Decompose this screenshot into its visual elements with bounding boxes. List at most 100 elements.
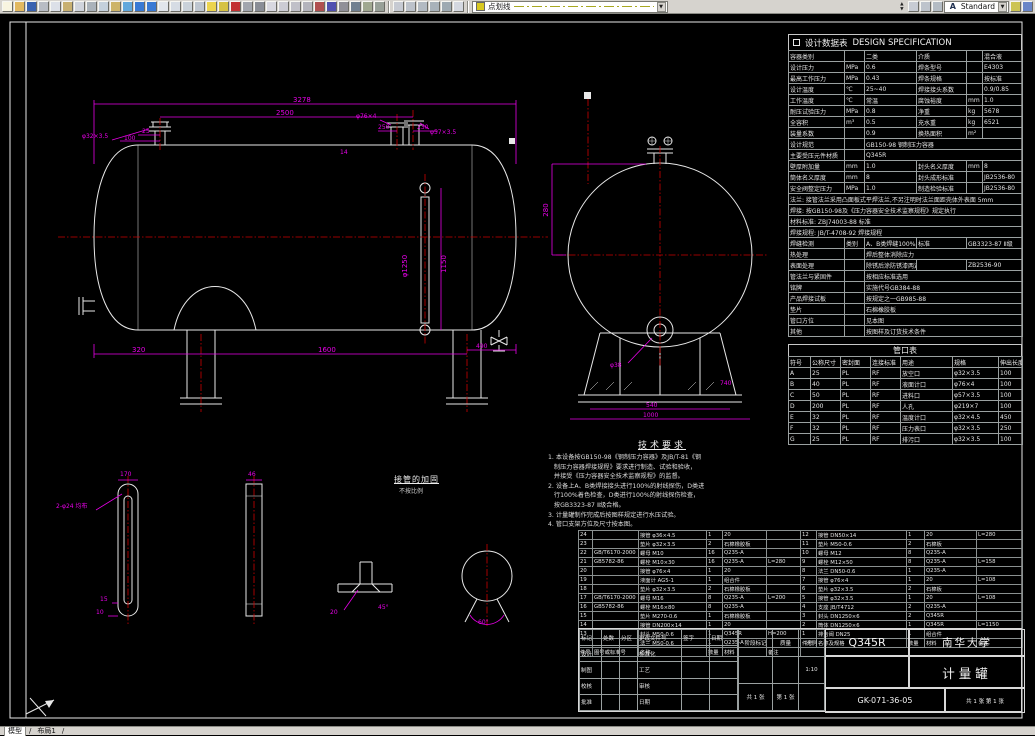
pan-icon[interactable] [158,1,169,12]
table-row: 其他 按图样及订货技术条件 [788,325,1023,337]
tab-layout1[interactable]: 布局1 [34,727,58,736]
label-nozzle-32: φ32×3.5 [82,133,108,140]
dim-10: 10 [96,609,104,616]
table-row: 焊接规程: JB/T-4708-92 焊接规程 [788,226,1023,238]
lineweight-icon[interactable] [254,1,265,12]
table-row: 铭牌 实施代号GB384-88 [788,281,1023,293]
zoom-realtime-icon[interactable] [170,1,181,12]
text-line: 3. 计量罐制作完成后按图样规定进行水压试验。 [548,511,680,519]
linetype-combo[interactable]: 点划线 ▼ [472,0,668,13]
list-icon[interactable] [338,1,349,12]
table-row: A 25 PL RF 放空口 φ32×3.5 100 [788,367,1023,379]
table-row: 热处理 焊后整体消除应力 [788,248,1023,260]
detail-caption: 接管的加固 [394,475,439,484]
dim-aligned-icon[interactable] [405,1,416,12]
down-arrow-icon[interactable]: ▼ [897,7,907,12]
style-manager-icon[interactable] [1010,1,1021,12]
cut-icon[interactable] [86,1,97,12]
toolbar-scroll-spinner[interactable]: ▲ ▼ [897,2,907,12]
mtext-icon[interactable] [453,1,464,12]
color-control-icon[interactable] [230,1,241,12]
table-row: 12 接管 DN50×14 1 20 L=280 [800,530,1023,540]
label-nozzle-76: φ76×4 [356,113,377,120]
area-icon[interactable] [326,1,337,12]
copy-icon[interactable] [98,1,109,12]
layer-properties-icon[interactable] [206,1,217,12]
id-point-icon[interactable] [350,1,361,12]
table-row: 符号 公称尺寸 密封面 连接标准 用途 规格 伸出长度 [788,356,1023,368]
publish-icon[interactable] [62,1,73,12]
material-spec: Q345R [825,629,909,656]
dim-1250: φ1250 [401,255,409,277]
dim-style-icon[interactable] [278,1,289,12]
table-row: G 25 PL RF 排污口 φ32×3.5 100 [788,433,1023,445]
chevron-down-icon[interactable]: ▼ [656,1,666,12]
ortho-icon[interactable] [919,1,931,12]
toolbar: 点划线 ▼ ▲ ▼ A Standard ▼ [0,0,1035,14]
units-icon[interactable] [302,1,313,12]
table-row: 校核 审核 [579,677,738,695]
dim-angular-icon[interactable] [429,1,440,12]
side-view-centerlines [556,99,768,366]
table-row: 7 接管 φ76×4 1 20 L=108 [800,575,1023,585]
dim-46: 46 [248,471,256,478]
table-row: D 200 PL RF 人孔 φ219×7 100 [788,400,1023,412]
polar-icon[interactable] [931,1,943,12]
chevron-down-icon[interactable]: ▼ [998,1,1007,12]
plot-icon[interactable] [38,1,49,12]
title-zone: Q345R 南华大学 计量罐 GK-071-36-05 共 1 张 第 1 张 [825,629,1025,713]
company-name: 南华大学 [909,629,1025,656]
dim-14: 14 [340,149,348,156]
quick-dim-icon[interactable] [441,1,452,12]
drawing-title: 计量罐 [909,656,1025,688]
text-line: 4. 管口支架方位及尺寸按本图。 [548,521,637,529]
calculator-icon[interactable] [362,1,373,12]
linetype-manager-icon[interactable] [242,1,253,12]
script-icon[interactable] [374,1,385,12]
table-row: 4 支座 JB/T4712 2 Q235-A [800,602,1023,612]
new-icon[interactable] [2,1,13,12]
table-row: 设计压力 MPa 0.6 焊条型号 E4303 [788,61,1023,73]
open-icon[interactable] [14,1,25,12]
layer-control-icon[interactable] [218,1,229,12]
table-row: B 40 PL RF 液面计口 φ76×4 100 [788,378,1023,390]
table-row: 焊缝检测类别A、B类焊缝100%射线探伤标准GB3323-87 Ⅱ级 [788,237,1023,249]
point-style-icon[interactable] [290,1,301,12]
dim-3278: 3278 [293,96,311,104]
front-view [78,120,517,405]
text-style-icon[interactable] [266,1,277,12]
dim-linear-icon[interactable] [393,1,404,12]
front-view-centerlines [58,110,548,412]
table-row: 16 GB5782-86 螺栓 M16×80 8 Q235-A [578,602,801,612]
save-icon[interactable] [26,1,37,12]
toolbar-group-standard [2,1,385,12]
angle-45: 45° [378,604,389,611]
dim-250: 250 [378,124,390,131]
zoom-previous-icon[interactable] [194,1,205,12]
saddle-left [180,330,222,405]
find-icon[interactable] [74,1,85,12]
help-icon[interactable] [1022,1,1033,12]
dim-540: 540 [646,402,658,409]
dim-radius-icon[interactable] [417,1,428,12]
text-style-combo[interactable]: A Standard ▼ [943,0,1009,13]
table-row: 8 法兰 DN50-0.6 1 Q235-A [800,566,1023,576]
manhole-arc [173,286,257,331]
style-label: Standard [960,2,995,11]
table-row: 最高工作压力 MPa 0.43 焊条规格 按标准 [788,72,1023,84]
plot-preview-icon[interactable] [50,1,61,12]
zoom-window-icon[interactable] [182,1,193,12]
front-view-dimensions: 3278 2500 25 100 φ32×3.5 φ76×4 φ57×3.5 2… [82,96,517,358]
table-row: 管口方位 见本图 [788,314,1023,326]
distance-icon[interactable] [314,1,325,12]
undo-icon[interactable] [134,1,145,12]
paste-icon[interactable] [110,1,121,12]
match-properties-icon[interactable] [122,1,133,12]
drawing-area[interactable]: 3278 2500 25 100 φ32×3.5 φ76×4 φ57×3.5 2… [0,14,1035,726]
table-row: 管法兰与紧固件 按相应标准选用 [788,270,1023,282]
osnap-icon[interactable] [907,1,919,12]
table-row: 19 液面计 AG5-1 1 组合件 [578,575,801,585]
label-phi38: φ38 [610,362,622,369]
redo-icon[interactable] [146,1,157,12]
dim-490: 490 [476,343,488,350]
